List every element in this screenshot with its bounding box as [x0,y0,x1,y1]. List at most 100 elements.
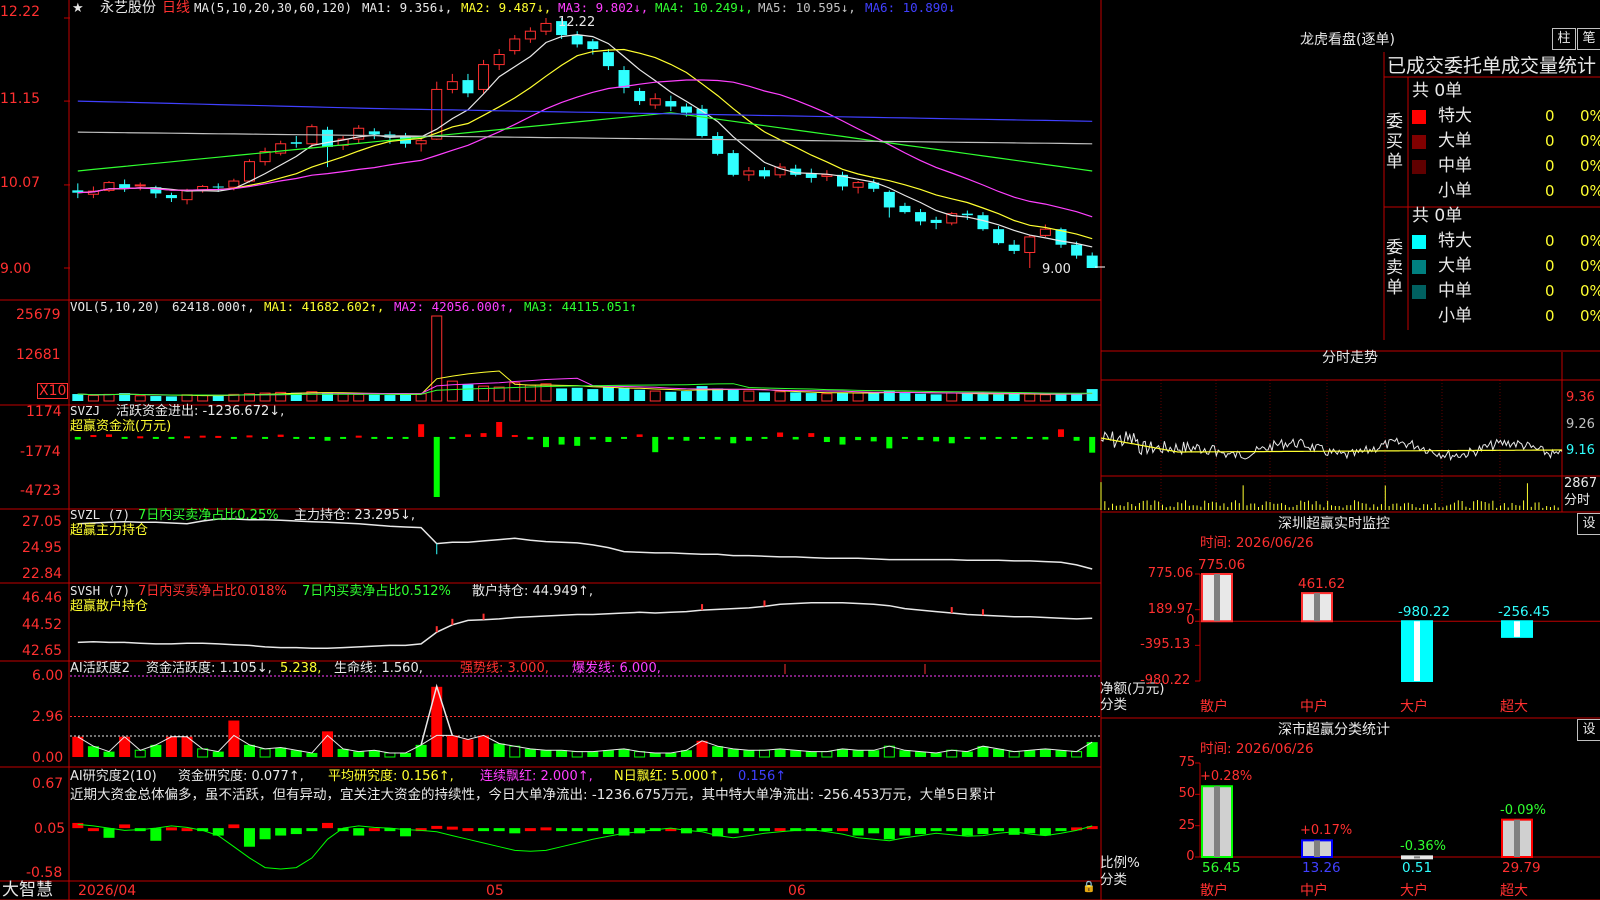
candle-body [212,186,224,188]
buy-group-label: 委买单 [1386,112,1403,172]
ai-commentary: 近期大资金总体偏多，虽不活跃，但有异动，宜关注大资金的持续性，今日大单净流出: … [70,787,996,803]
fund-flow-bar [433,436,440,497]
order-size-label: 小单 [1438,181,1472,201]
volume-bar [400,394,412,401]
candle-body [587,41,599,50]
order-percent: 0% [1580,307,1600,325]
volume-bar [743,390,755,402]
fund-flow-bar [230,436,237,439]
order-size-label: 大单 [1438,131,1472,151]
activity-bar [712,746,724,757]
volume-bar [556,388,568,401]
research-bar [961,828,973,836]
fund-flow-bar [464,434,471,437]
research-bar [1039,828,1051,836]
activity-bar [899,750,911,757]
date-axis-start: 2026/04 [78,883,137,899]
classify-bar-value: 13.26 [1302,860,1341,876]
activity-bar [774,748,786,757]
fund-flow-bar [621,436,628,439]
lock-icon[interactable]: 🔒 [1082,881,1096,892]
price-label-4: 9.00 [0,261,32,277]
volume-bar [1055,394,1067,401]
dragon-tiger-title: 龙虎看盘(逐单) [1300,32,1395,48]
volume-bar [134,395,146,402]
fund-flow-bar [449,436,456,439]
candle-body [1039,228,1051,236]
candle-body [993,229,1005,244]
svzl-title: SVZL (7) [70,507,131,522]
research-bar [868,828,880,834]
monitor-bar-shine [1514,621,1520,637]
vol-title: VOL(5,10,20) [70,299,161,314]
monitor-settings-button[interactable]: 设 [1577,513,1600,535]
volume-bar [1086,389,1098,401]
volume-bar [852,392,864,402]
bar-view-button[interactable]: 柱 [1552,28,1576,50]
date-axis-month-6: 06 [788,883,806,899]
classify-title: 深市超赢分类统计 [1278,722,1390,738]
svzj-label-2: -1774 [20,444,61,460]
svzj-label-1: 1174 [26,404,62,420]
ma3-value: MA3: 9.802↓, [558,0,649,15]
activity-bar [805,751,817,757]
classify-y-label: 0 [1186,849,1195,864]
vol-unit-badge[interactable]: X10 [37,383,69,399]
fund-flow-bar [933,436,940,442]
candle-body [119,184,131,189]
candle-body [540,22,552,32]
fund-flow-bar [855,436,862,441]
intraday-label-1: 9.36 [1566,390,1595,405]
activity-bar [165,736,177,757]
ma1-line [77,33,1093,248]
candle-body [181,189,193,201]
ma2-line [77,48,1093,240]
svzj-value: 活跃资金进出: -1236.672↓, [116,404,285,419]
ma4-value: MA4: 10.249↓, [655,0,753,15]
volume-bar [509,382,521,402]
research-bar [556,828,568,832]
candle-body [743,170,755,176]
order-percent: 0% [1580,157,1600,175]
activity-bar [837,748,848,757]
candle-body [1086,255,1098,268]
volume-bar [1071,393,1083,401]
tick-view-button[interactable]: 笔 [1577,28,1600,50]
price-label-top: 12.22 [0,4,41,20]
retail-holding-line [77,602,1093,650]
order-volume: 0 [1545,232,1555,250]
svsh-label-2: 44.52 [22,617,63,633]
candle-body [649,98,661,106]
activity-bar [743,750,755,757]
ai-activity-label-1: 6.00 [32,668,64,684]
ai-research-label-1: 0.67 [32,776,64,792]
chart-canvas[interactable] [0,0,1600,900]
research-bar [821,828,833,832]
svsh-holding: 散户持仓: 44.949↑, [472,584,594,599]
activity-bar [212,751,224,757]
activity-bar [961,751,973,757]
volume-bar [758,392,770,401]
candle-body [1008,244,1020,251]
volume-bar [493,386,505,402]
fund-flow-bar [699,436,706,439]
volume-bar [837,392,848,401]
activity-bar [524,748,536,757]
fund-flow-bar [90,435,97,438]
volume-bar [774,391,786,402]
svsh-label-1: 46.46 [22,590,63,606]
classify-settings-button[interactable]: 设 [1577,719,1600,741]
monitor-bar-value: 775.06 [1198,557,1246,573]
candle-body [602,52,614,67]
research-bar [993,828,1005,832]
ai-research-label-2: 0.05 [34,821,66,837]
research-bar [1024,828,1036,834]
fund-flow-bar [901,436,908,439]
star-icon[interactable]: ★ [72,2,84,15]
monitor-axis-label-2: 分类 [1100,697,1127,713]
intraday-price-line [1100,431,1563,462]
period-label[interactable]: 日线 [162,1,190,15]
svsh-ratio-1: 7日内买卖净占比0.018% [138,584,287,599]
classify-category: 散户 [1200,883,1228,899]
research-bar [353,828,365,836]
